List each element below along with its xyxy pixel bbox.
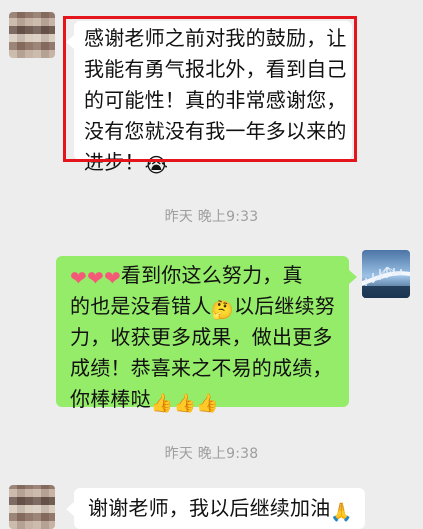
- message-line-text: 谢谢老师，我以后继续加油: [88, 496, 331, 520]
- message-line: 感谢老师之前对我的鼓励，让: [84, 26, 347, 50]
- message-line: 的可能性！真的非常感谢您，: [84, 88, 347, 112]
- received-message-1[interactable]: 感谢老师之前对我的鼓励，让 我能有勇气报北外，看到自己 的可能性！真的非常感谢您…: [66, 21, 352, 175]
- message-line: 没有您就没有我一年多以来的: [84, 119, 347, 143]
- contact-avatar[interactable]: [9, 12, 55, 58]
- message-line: 我能有勇气报北外，看到自己: [84, 57, 347, 81]
- message-line-text: 进步！: [84, 150, 145, 174]
- user-avatar[interactable]: [362, 250, 410, 298]
- thinking-face-icon: 🤔: [211, 300, 235, 321]
- message-line: ❤❤❤看到你这么努力，真: [70, 260, 341, 291]
- sent-message-1[interactable]: ❤❤❤看到你这么努力，真 的也是没看错人🤔以后继续努 力，收获更多成果，做出更多…: [56, 256, 357, 413]
- thumbs-up-icon: 👍: [173, 393, 197, 414]
- message-line: 你棒棒哒👍👍👍: [70, 384, 341, 415]
- praying-hands-icon: 🙏: [330, 502, 354, 523]
- message-line-text: 以后继续努: [234, 294, 336, 318]
- received-message-2[interactable]: 谢谢老师，我以后继续加油🙏: [66, 488, 365, 529]
- contact-avatar[interactable]: [9, 485, 55, 529]
- thumbs-up-icon: 👍: [150, 393, 174, 414]
- message-line-text: 的也是没看错人: [70, 294, 212, 318]
- message-line-text: 看到你这么努力，真: [120, 263, 303, 287]
- message-line: 谢谢老师，我以后继续加油🙏: [88, 493, 355, 524]
- message-line: 成绩！恭喜来之不易的成绩，: [70, 356, 333, 380]
- heart-icon: ❤: [86, 266, 104, 290]
- timestamp: 昨天 晚上9:38: [164, 446, 259, 462]
- message-line: 的也是没看错人🤔以后继续努: [70, 291, 341, 322]
- bridge-avatar-icon: [362, 250, 410, 298]
- message-line-text: 你棒棒哒: [70, 387, 151, 411]
- crying-face-icon: 😭: [144, 153, 169, 177]
- message-line: 力，收获更多成果，做出更多: [70, 325, 333, 349]
- heart-icon: ❤: [103, 266, 121, 290]
- message-line: 进步！😭: [84, 147, 342, 178]
- thumbs-up-icon: 👍: [196, 393, 219, 414]
- heart-icon: ❤: [70, 266, 87, 290]
- timestamp: 昨天 晚上9:33: [164, 209, 259, 225]
